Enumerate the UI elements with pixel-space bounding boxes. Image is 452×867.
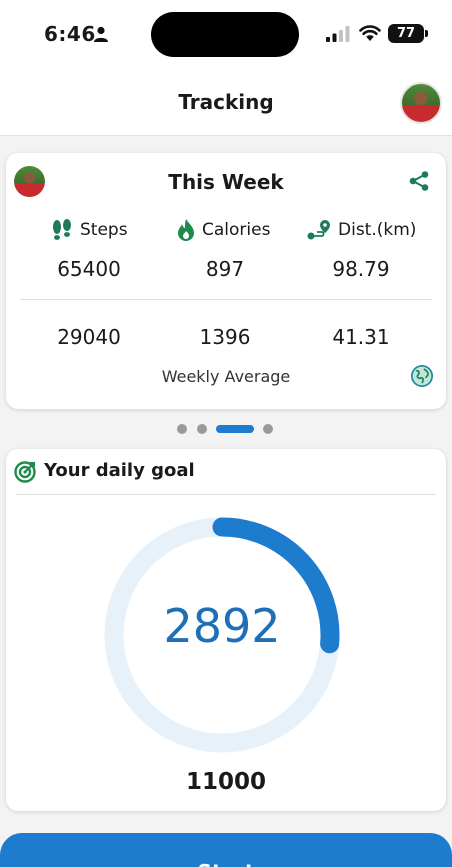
signal-icon (326, 26, 350, 42)
route-icon (307, 220, 330, 240)
battery-nub (425, 30, 428, 37)
calories-label: Calories (202, 220, 271, 240)
wifi-icon (359, 25, 381, 41)
goal-title: Your daily goal (44, 460, 195, 481)
steps-label: Steps (80, 220, 128, 240)
steps-average: 29040 (57, 325, 121, 349)
person-icon (94, 26, 108, 42)
weekly-average-label: Weekly Average (161, 367, 291, 386)
flame-icon (178, 219, 194, 241)
this-week-card[interactable]: This Week Steps Calories Dist.(km) 65400 (6, 153, 446, 409)
status-time: 6:46 (44, 22, 96, 46)
daily-goal-card[interactable]: Your daily goal 2892 11000 (6, 449, 446, 811)
steps-header: Steps (50, 217, 128, 243)
divider (20, 299, 432, 300)
distance-average: 41.31 (332, 325, 390, 349)
page-dot-active[interactable] (216, 425, 254, 433)
page-dot[interactable] (197, 424, 207, 434)
steps-today-value: 2892 (163, 599, 281, 653)
status-bar: 6:46 77 (0, 0, 452, 68)
divider (16, 494, 436, 495)
distance-header: Dist.(km) (306, 217, 416, 243)
battery-level: 77 (396, 26, 416, 41)
dynamic-island (151, 12, 299, 57)
profile-avatar[interactable] (400, 82, 442, 124)
calories-average: 1396 (199, 325, 251, 349)
footprints-icon (53, 219, 71, 240)
page-dot[interactable] (177, 424, 187, 434)
page-dot[interactable] (263, 424, 273, 434)
share-icon[interactable] (408, 170, 430, 192)
calories-total: 897 (205, 257, 245, 281)
target-icon (14, 461, 36, 483)
globe-icon[interactable] (410, 364, 434, 388)
distance-total: 98.79 (332, 257, 390, 281)
goal-target-value: 11000 (185, 769, 267, 795)
distance-label: Dist.(km) (338, 220, 417, 240)
top-bar: 6:46 77 Tracking (0, 0, 452, 136)
card-title: This Week (168, 170, 284, 194)
start-button[interactable]: Start (0, 833, 452, 867)
page-title: Tracking (178, 90, 274, 114)
steps-total: 65400 (57, 257, 121, 281)
calories-header: Calories (176, 217, 270, 243)
